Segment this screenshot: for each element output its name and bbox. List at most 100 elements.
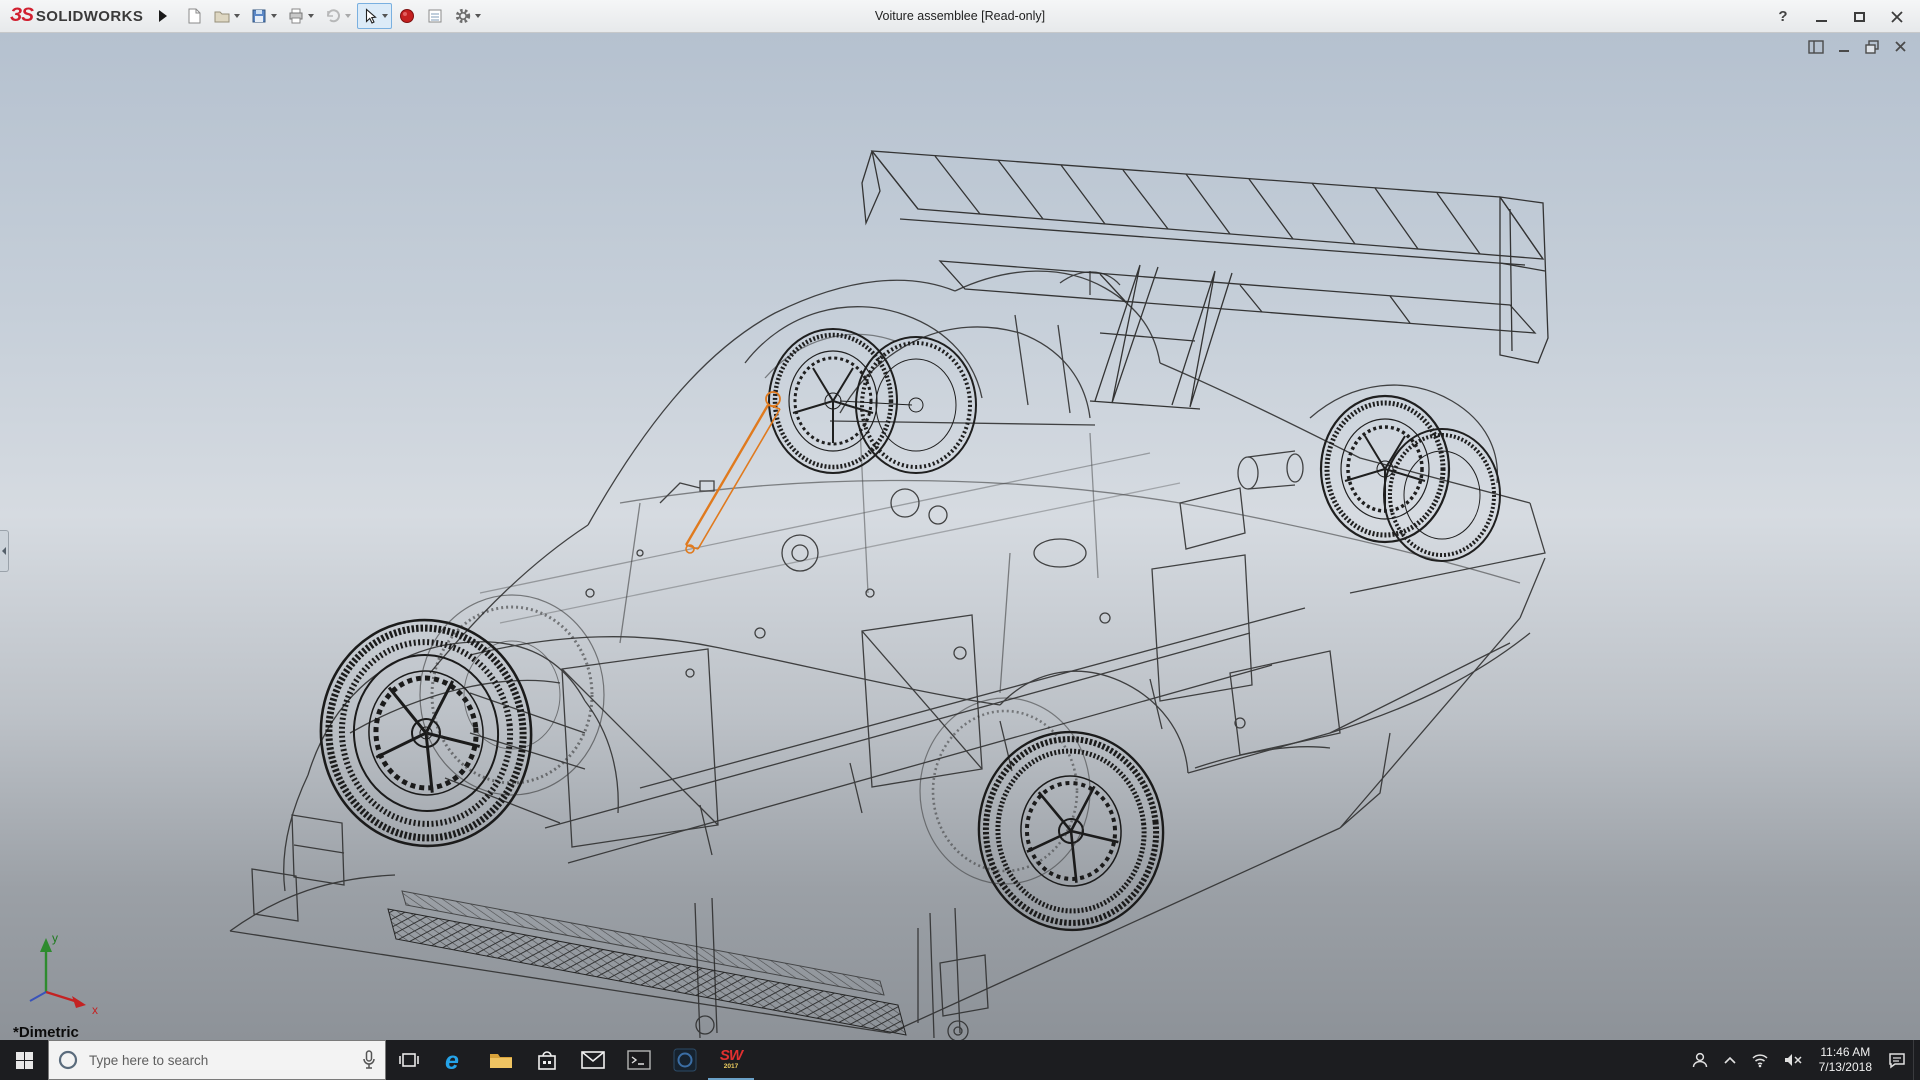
task-view-button[interactable]: [386, 1040, 432, 1080]
sheet-icon: [426, 7, 444, 25]
select-dropdown-caret[interactable]: [382, 14, 388, 18]
svg-text:e: e: [445, 1047, 459, 1073]
new-document-icon: [185, 7, 203, 25]
doc-restore-icon: [1865, 40, 1880, 54]
drawing-sheet-button[interactable]: [422, 3, 448, 29]
solidworks-app-icon[interactable]: SW 2017: [708, 1040, 754, 1080]
triad-x-label: x: [92, 1003, 98, 1017]
wifi-icon: [1751, 1053, 1769, 1068]
people-button[interactable]: [1684, 1040, 1716, 1080]
3d-viewport[interactable]: y x *Dimetric: [0, 33, 1920, 1040]
selected-strut[interactable]: [686, 392, 780, 553]
action-center-icon: [1888, 1052, 1906, 1069]
chevron-up-icon: [1723, 1055, 1737, 1065]
save-floppy-icon: [250, 7, 268, 25]
volume-muted-icon: [1783, 1052, 1803, 1068]
orientation-triad: y x: [12, 922, 112, 1018]
rear-right-wheels: [1321, 396, 1500, 561]
close-icon: [1891, 11, 1903, 23]
doc-minimize-icon: [1837, 40, 1851, 54]
microphone-icon[interactable]: [361, 1050, 377, 1070]
clock-time: 11:46 AM: [1820, 1045, 1870, 1060]
undo-dropdown-caret[interactable]: [345, 14, 351, 18]
select-cursor-icon: [361, 7, 379, 25]
media-app-tile-icon: [673, 1048, 697, 1072]
doc-close-button[interactable]: [1890, 38, 1910, 55]
terminal-icon: [627, 1050, 651, 1070]
undo-button[interactable]: [320, 3, 355, 29]
undo-icon: [324, 7, 342, 25]
taskbar-clock[interactable]: 11:46 AM 7/13/2018: [1810, 1040, 1881, 1080]
print-dropdown-caret[interactable]: [308, 14, 314, 18]
options-dropdown-caret[interactable]: [475, 14, 481, 18]
splitter-hatch: [388, 891, 906, 1035]
3ds-logo-mark: ЗS: [10, 5, 33, 27]
windows-taskbar: e SW 2017: [0, 1040, 1920, 1080]
titlebar-window-controls: ?: [1766, 0, 1914, 33]
store-bag-icon: [537, 1049, 557, 1071]
maximize-button[interactable]: [1842, 4, 1876, 30]
mail-envelope-icon: [581, 1051, 605, 1069]
dock-pane-icon: [1808, 40, 1824, 54]
start-button[interactable]: [0, 1040, 48, 1080]
new-document-button[interactable]: [181, 3, 207, 29]
search-input[interactable]: [87, 1052, 361, 1069]
doc-close-icon: [1894, 40, 1907, 53]
open-dropdown-caret[interactable]: [234, 14, 240, 18]
store-app-icon[interactable]: [524, 1040, 570, 1080]
rear-left-wheel: [969, 723, 1173, 939]
show-desktop-button[interactable]: [1913, 1040, 1920, 1080]
minimize-button[interactable]: [1804, 4, 1838, 30]
minimize-icon: [1816, 20, 1827, 22]
save-dropdown-caret[interactable]: [271, 14, 277, 18]
folder-icon: [489, 1050, 513, 1070]
windows-logo-icon: [16, 1052, 33, 1069]
people-icon: [1691, 1051, 1709, 1069]
open-button[interactable]: [209, 3, 244, 29]
taskbar-search-box[interactable]: [48, 1040, 386, 1080]
clock-date: 7/13/2018: [1819, 1060, 1872, 1075]
doc-restore-button[interactable]: [1862, 38, 1882, 55]
wireframe-car-model: [0, 33, 1920, 1040]
solidworks-logo: ЗS SOLIDWORKS: [10, 5, 143, 27]
edge-icon: e: [442, 1047, 468, 1073]
media-app-icon[interactable]: [662, 1040, 708, 1080]
close-button[interactable]: [1880, 4, 1914, 30]
view-orientation-label: *Dimetric: [13, 1024, 79, 1041]
select-tool-button[interactable]: [357, 3, 392, 29]
help-button[interactable]: ?: [1766, 4, 1800, 30]
edge-app-icon[interactable]: e: [432, 1040, 478, 1080]
task-view-icon: [399, 1051, 419, 1069]
mail-app-icon[interactable]: [570, 1040, 616, 1080]
open-folder-icon: [213, 7, 231, 25]
solidworks-badge-top: SW: [720, 1048, 742, 1063]
file-explorer-app-icon[interactable]: [478, 1040, 524, 1080]
network-button[interactable]: [1744, 1040, 1776, 1080]
print-icon: [287, 7, 305, 25]
feature-panel-collapse-tab[interactable]: [0, 530, 9, 572]
collapse-arrow-icon: [2, 547, 6, 555]
red-sphere-icon: [398, 7, 416, 25]
xpress-products-button[interactable]: [394, 3, 420, 29]
front-left-inner-wheel: [420, 595, 604, 795]
maximize-icon: [1854, 12, 1865, 22]
print-button[interactable]: [283, 3, 318, 29]
hidden-icons-button[interactable]: [1716, 1040, 1744, 1080]
triad-y-label: y: [52, 931, 58, 945]
doc-minimize-button[interactable]: [1834, 38, 1854, 55]
options-button[interactable]: [450, 3, 485, 29]
action-center-button[interactable]: [1881, 1040, 1913, 1080]
quick-access-toolbar: [181, 3, 485, 29]
cortana-icon: [57, 1049, 79, 1071]
dock-pane-button[interactable]: [1806, 38, 1826, 55]
solidworks-wordmark: SOLIDWORKS: [36, 8, 143, 25]
save-button[interactable]: [246, 3, 281, 29]
app-titlebar: ЗS SOLIDWORKS: [0, 0, 1920, 33]
front-right-wheels: [769, 329, 976, 473]
menu-flyout-arrow-icon[interactable]: [159, 10, 167, 22]
terminal-app-icon[interactable]: [616, 1040, 662, 1080]
gear-icon: [454, 7, 472, 25]
solidworks-badge-year: 2017: [724, 1064, 738, 1071]
volume-button[interactable]: [1776, 1040, 1810, 1080]
system-tray: 11:46 AM 7/13/2018: [1684, 1040, 1920, 1080]
